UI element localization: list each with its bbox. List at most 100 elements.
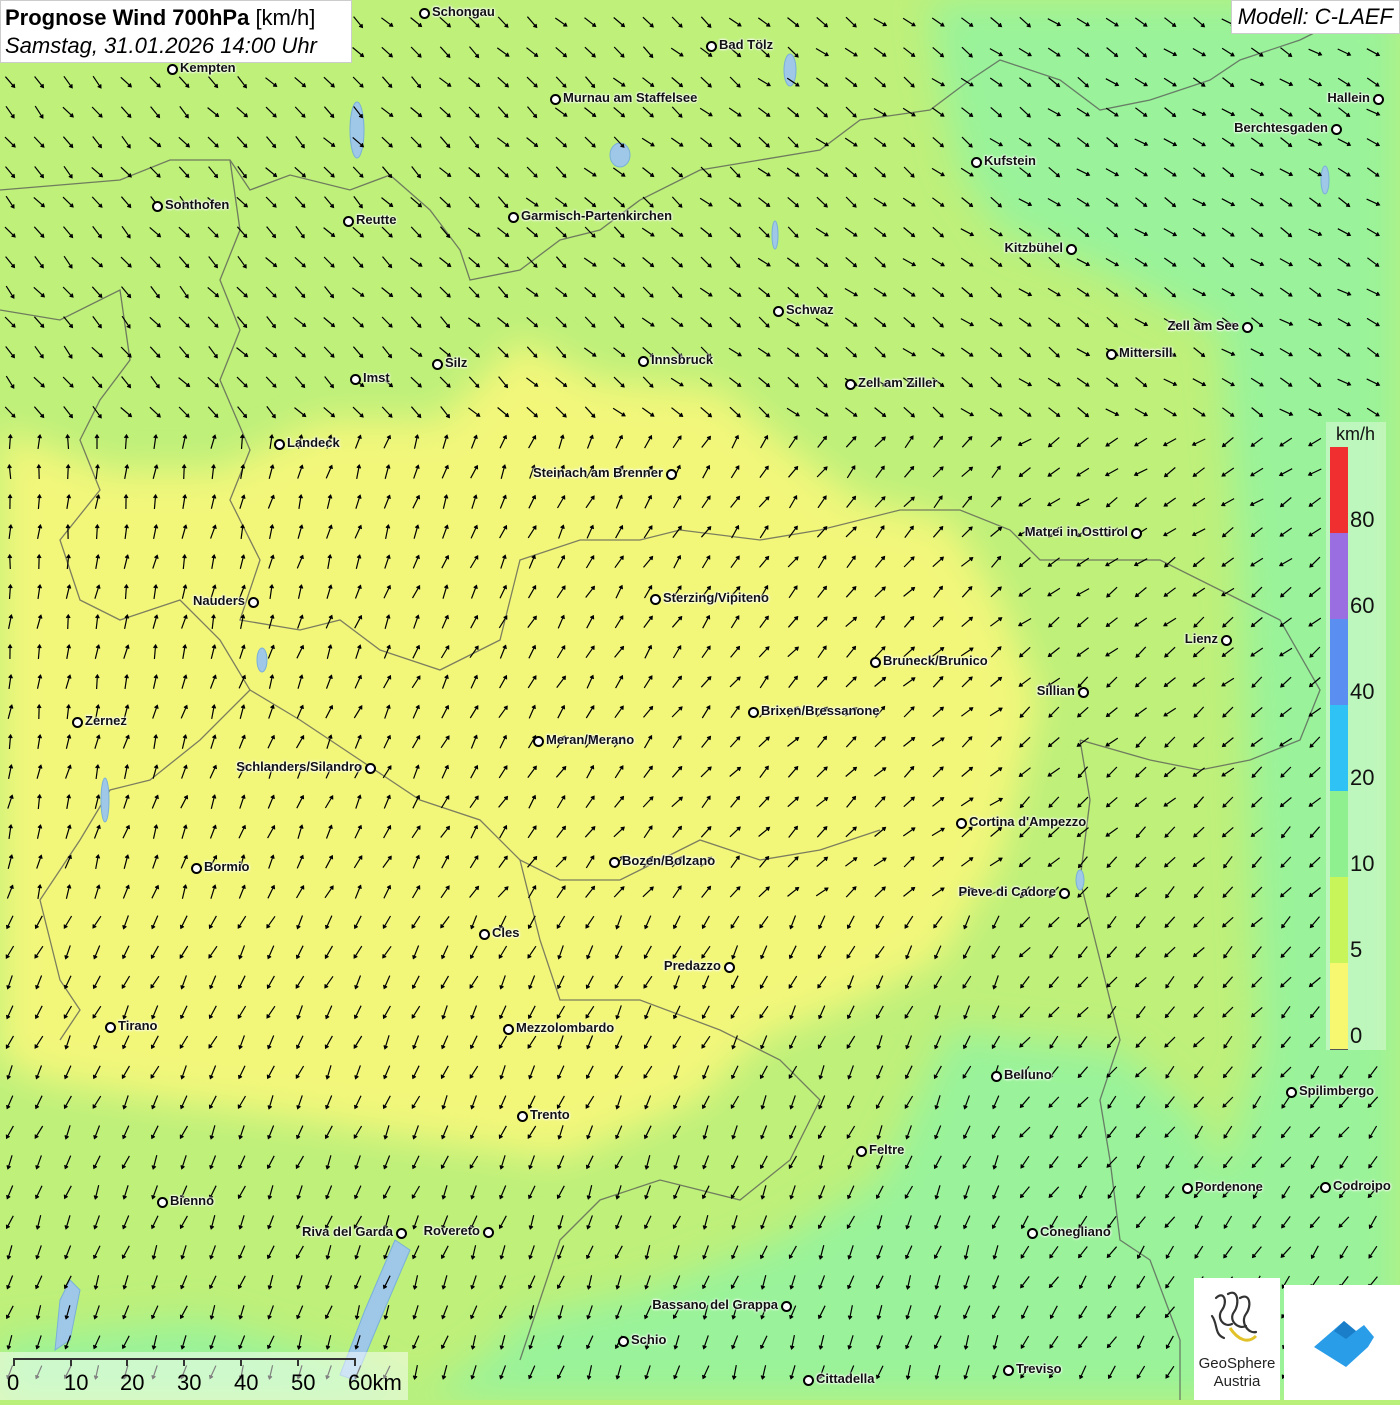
city-label[interactable]: Schongau xyxy=(432,4,495,19)
city-label[interactable]: Matrei in Osttirol xyxy=(1025,524,1128,539)
city-marker[interactable] xyxy=(533,736,544,747)
city-marker[interactable] xyxy=(618,1336,629,1347)
city-marker[interactable] xyxy=(343,216,354,227)
city-marker[interactable] xyxy=(1182,1183,1193,1194)
city-marker[interactable] xyxy=(419,8,430,19)
city-marker[interactable] xyxy=(870,657,881,668)
city-marker[interactable] xyxy=(845,379,856,390)
city-label[interactable]: Rovereto xyxy=(424,1223,480,1238)
city-marker[interactable] xyxy=(1331,124,1342,135)
city-marker[interactable] xyxy=(167,64,178,75)
city-marker[interactable] xyxy=(105,1022,116,1033)
city-marker[interactable] xyxy=(706,41,717,52)
city-marker[interactable] xyxy=(609,857,620,868)
city-marker[interactable] xyxy=(1106,349,1117,360)
city-marker[interactable] xyxy=(396,1228,407,1239)
city-marker[interactable] xyxy=(803,1375,814,1386)
city-label[interactable]: Steinach am Brenner xyxy=(533,465,663,480)
city-label[interactable]: Murnau am Staffelsee xyxy=(563,90,697,105)
city-label[interactable]: Kempten xyxy=(180,60,236,75)
city-label[interactable]: Feltre xyxy=(869,1142,904,1157)
city-label[interactable]: Riva del Garda xyxy=(302,1224,393,1239)
city-label[interactable]: Schlanders/Silandro xyxy=(236,759,362,774)
city-label[interactable]: Pordenone xyxy=(1195,1179,1263,1194)
city-marker[interactable] xyxy=(508,212,519,223)
city-marker[interactable] xyxy=(956,818,967,829)
city-marker[interactable] xyxy=(1221,635,1232,646)
city-label[interactable]: Bruneck/Brunico xyxy=(883,653,988,668)
city-marker[interactable] xyxy=(191,863,202,874)
city-marker[interactable] xyxy=(856,1146,867,1157)
city-label[interactable]: Innsbruck xyxy=(651,352,713,367)
city-label[interactable]: Zell am See xyxy=(1167,318,1239,333)
city-label[interactable]: Sonthofen xyxy=(165,197,229,212)
city-label[interactable]: Schio xyxy=(631,1332,666,1347)
city-marker[interactable] xyxy=(1320,1182,1331,1193)
city-label[interactable]: Bad Tölz xyxy=(719,37,773,52)
city-marker[interactable] xyxy=(248,597,259,608)
city-marker[interactable] xyxy=(1131,528,1142,539)
city-marker[interactable] xyxy=(724,962,735,973)
city-label[interactable]: Treviso xyxy=(1016,1361,1062,1376)
city-label[interactable]: Cles xyxy=(492,925,519,940)
city-marker[interactable] xyxy=(1286,1087,1297,1098)
city-label[interactable]: Zernez xyxy=(85,713,127,728)
city-label[interactable]: Meran/Merano xyxy=(546,732,634,747)
city-marker[interactable] xyxy=(666,469,677,480)
city-marker[interactable] xyxy=(365,763,376,774)
city-label[interactable]: Kitzbühel xyxy=(1005,240,1064,255)
city-label[interactable]: Conegliano xyxy=(1040,1224,1111,1239)
city-marker[interactable] xyxy=(1027,1228,1038,1239)
city-marker[interactable] xyxy=(773,306,784,317)
city-marker[interactable] xyxy=(1373,94,1384,105)
city-label[interactable]: Sillian xyxy=(1037,683,1075,698)
city-label[interactable]: Berchtesgaden xyxy=(1234,120,1328,135)
city-label[interactable]: Zell am Ziller xyxy=(858,375,937,390)
city-label[interactable]: Lienz xyxy=(1185,631,1218,646)
city-label[interactable]: Nauders xyxy=(193,593,245,608)
city-marker[interactable] xyxy=(483,1227,494,1238)
city-marker[interactable] xyxy=(1242,322,1253,333)
city-marker[interactable] xyxy=(550,94,561,105)
city-label[interactable]: Cittadella xyxy=(816,1371,875,1386)
city-label[interactable]: Bassano del Grappa xyxy=(652,1297,778,1312)
city-marker[interactable] xyxy=(991,1071,1002,1082)
city-marker[interactable] xyxy=(781,1301,792,1312)
city-marker[interactable] xyxy=(1066,244,1077,255)
city-label[interactable]: Predazzo xyxy=(664,958,721,973)
city-marker[interactable] xyxy=(157,1197,168,1208)
city-marker[interactable] xyxy=(274,439,285,450)
city-label[interactable]: Kufstein xyxy=(984,153,1036,168)
city-marker[interactable] xyxy=(971,157,982,168)
city-marker[interactable] xyxy=(503,1024,514,1035)
city-label[interactable]: Sterzing/Vipiteno xyxy=(663,590,769,605)
city-label[interactable]: Garmisch-Partenkirchen xyxy=(521,208,672,223)
city-marker[interactable] xyxy=(1059,888,1070,899)
city-label[interactable]: Hallein xyxy=(1327,90,1370,105)
city-label[interactable]: Cortina d'Ampezzo xyxy=(969,814,1086,829)
city-label[interactable]: Mezzolombardo xyxy=(516,1020,614,1035)
city-label[interactable]: Tirano xyxy=(118,1018,158,1033)
city-label[interactable]: Belluno xyxy=(1004,1067,1052,1082)
city-marker[interactable] xyxy=(1003,1365,1014,1376)
city-marker[interactable] xyxy=(638,356,649,367)
city-label[interactable]: Bienno xyxy=(170,1193,214,1208)
city-marker[interactable] xyxy=(479,929,490,940)
city-label[interactable]: Codroipo xyxy=(1333,1178,1391,1193)
city-marker[interactable] xyxy=(350,374,361,385)
city-label[interactable]: Reutte xyxy=(356,212,396,227)
city-marker[interactable] xyxy=(152,201,163,212)
city-label[interactable]: Brixen/Bressanone xyxy=(761,703,880,718)
city-marker[interactable] xyxy=(72,717,83,728)
city-label[interactable]: Bormio xyxy=(204,859,250,874)
city-label[interactable]: Imst xyxy=(363,370,390,385)
city-marker[interactable] xyxy=(432,359,443,370)
city-marker[interactable] xyxy=(748,707,759,718)
city-label[interactable]: Pieve di Cadore xyxy=(958,884,1056,899)
city-label[interactable]: Spilimbergo xyxy=(1299,1083,1374,1098)
city-label[interactable]: Mittersill xyxy=(1119,345,1172,360)
city-label[interactable]: Trento xyxy=(530,1107,570,1122)
city-label[interactable]: Schwaz xyxy=(786,302,834,317)
city-marker[interactable] xyxy=(1078,687,1089,698)
city-marker[interactable] xyxy=(517,1111,528,1122)
